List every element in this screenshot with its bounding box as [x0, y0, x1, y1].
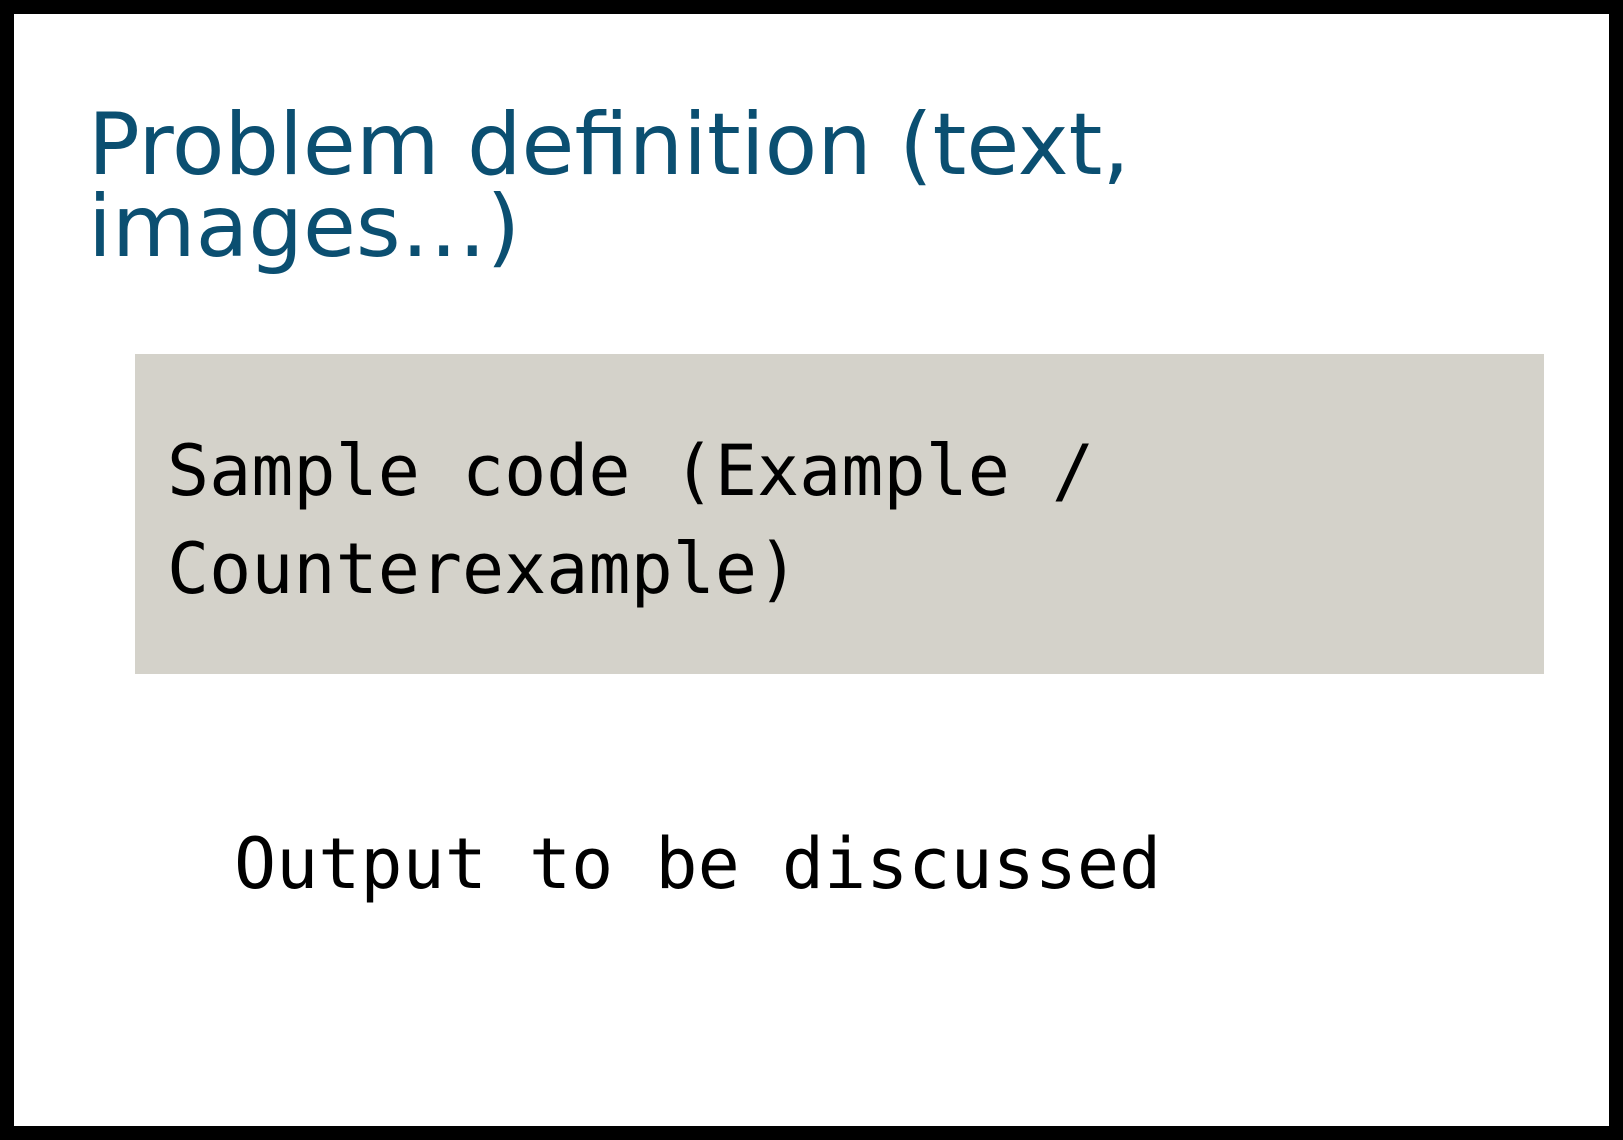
sample-code-block: Sample code (Example / Counterexample) [135, 354, 1544, 674]
problem-definition-title: Problem definition (text, images…) [88, 95, 1130, 277]
slide-frame: Problem definition (text, images…) Sampl… [0, 0, 1623, 1140]
sample-code-label: Sample code (Example / Counterexample) [167, 430, 1095, 610]
output-label: Output to be discussed [234, 823, 1162, 905]
